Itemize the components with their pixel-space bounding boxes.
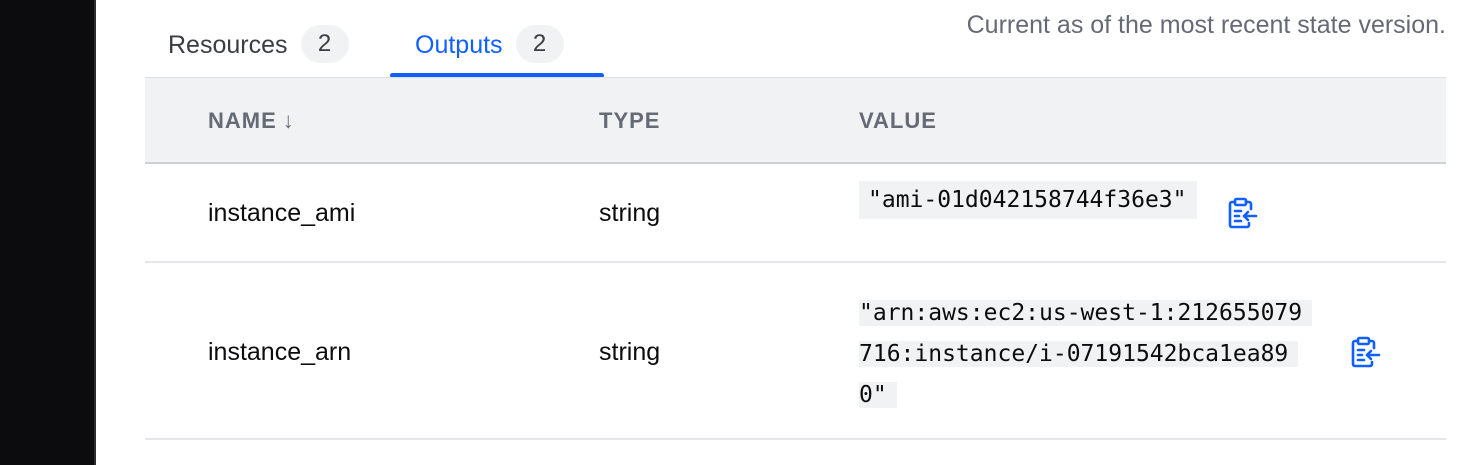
output-value-line: 716:instance/i-07191542bca1ea89 (859, 341, 1299, 367)
tab-outputs-count-badge: 2 (515, 25, 564, 63)
output-value: "ami-01d042158744f36e3" (859, 181, 1197, 219)
tab-outputs-label: Outputs (415, 31, 503, 59)
output-name: instance_ami (208, 199, 356, 227)
outputs-table: NAME ↓ TYPE VALUE instance_ami string "am… (145, 77, 1446, 440)
column-header-name[interactable]: NAME ↓ (208, 108, 295, 134)
column-header-name-label: NAME (208, 108, 277, 133)
tab-resources[interactable]: Resources 2 (168, 25, 349, 78)
arrow-down-icon: ↓ (282, 108, 295, 133)
output-value: "arn:aws:ec2:us-west-1:212655079 716:ins… (859, 294, 1339, 417)
tab-resources-count-badge: 2 (300, 25, 349, 63)
state-version-note: Current as of the most recent state vers… (966, 11, 1446, 39)
clipboard-copy-icon[interactable] (1348, 335, 1382, 369)
sidebar-panel-edge (0, 0, 96, 465)
column-header-type: TYPE (599, 108, 661, 133)
clipboard-copy-icon[interactable] (1225, 196, 1259, 230)
output-type: string (599, 199, 661, 227)
output-value-line: 0" (859, 382, 897, 408)
tab-outputs[interactable]: Outputs 2 (390, 25, 604, 78)
table-header: NAME ↓ TYPE VALUE (145, 78, 1446, 164)
table-row: instance_arn string "arn:aws:ec2:us-west… (145, 263, 1446, 440)
tab-resources-label: Resources (168, 31, 288, 59)
output-value-line: "ami-01d042158744f36e3" (859, 181, 1197, 219)
column-header-value: VALUE (859, 108, 937, 133)
table-row: instance_ami string "ami-01d042158744f36… (145, 164, 1446, 263)
output-value-line: "arn:aws:ec2:us-west-1:212655079 (859, 300, 1313, 326)
output-type: string (599, 338, 661, 366)
output-name: instance_arn (208, 338, 352, 366)
